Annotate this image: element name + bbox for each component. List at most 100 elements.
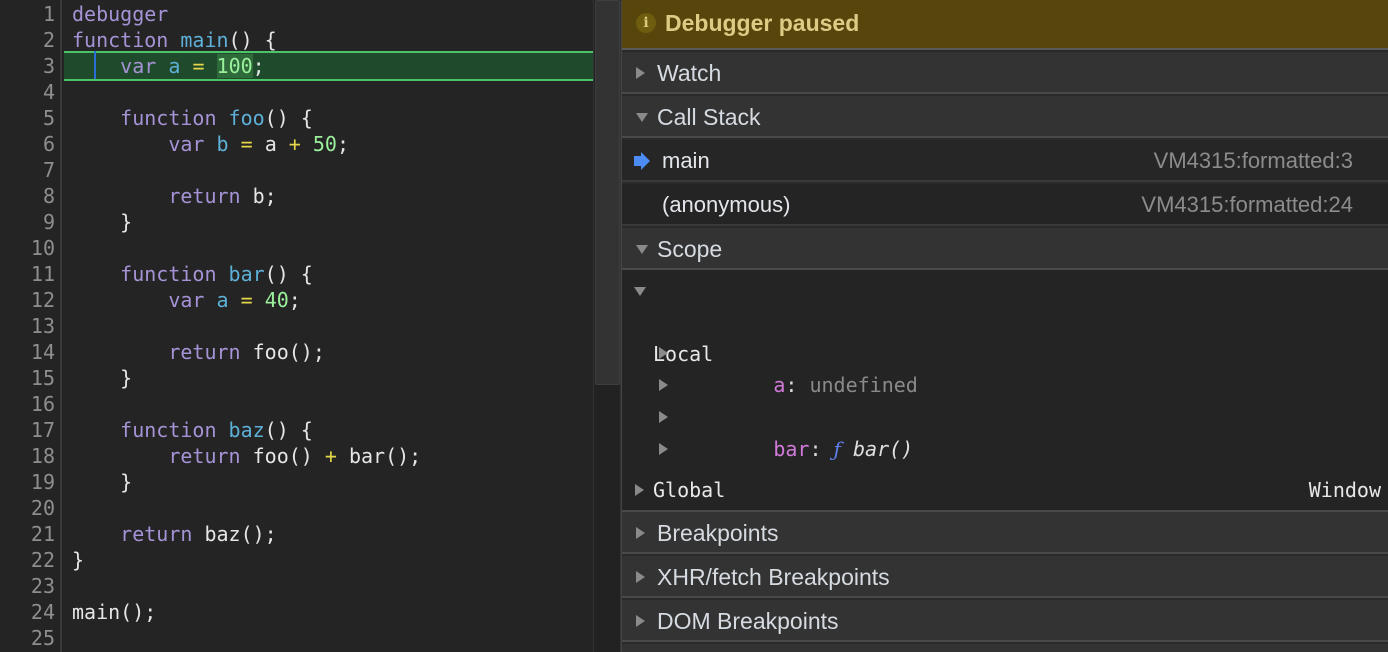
code-line[interactable]: 14 return foo();: [0, 339, 593, 365]
line-code: main();: [72, 599, 156, 625]
scope-local-header[interactable]: Local: [622, 274, 1388, 366]
code-token: +: [288, 132, 313, 156]
code-line[interactable]: 25: [0, 625, 593, 651]
code-line[interactable]: 19 }: [0, 469, 593, 495]
code-token: foo();: [252, 340, 325, 364]
info-icon: i: [636, 13, 656, 33]
code-token: function: [120, 106, 229, 130]
code-token: =: [192, 54, 217, 78]
code-line[interactable]: 22}: [0, 547, 593, 573]
line-number[interactable]: 13: [0, 313, 55, 339]
code-line[interactable]: 20: [0, 495, 593, 521]
line-number[interactable]: 12: [0, 287, 55, 313]
line-number[interactable]: 4: [0, 79, 55, 105]
code-token: 50: [312, 132, 337, 156]
code-token: 40: [264, 288, 289, 312]
code-token: return: [168, 184, 253, 208]
code-editor[interactable]: 1 debugger 2 function main() {3 var a = 100…: [0, 0, 593, 652]
line-number[interactable]: 19: [0, 469, 55, 495]
line-number[interactable]: 2: [0, 27, 55, 53]
code-line[interactable]: 15 }: [0, 365, 593, 391]
code-token: return: [120, 522, 205, 546]
scope-global-value: Window: [1308, 478, 1381, 502]
code-token: () {: [228, 28, 277, 52]
frame-location-link[interactable]: VM4315:formatted:3: [1154, 147, 1353, 175]
call-stack-section-header[interactable]: Call Stack: [622, 96, 1388, 138]
xhr-breakpoints-section-header[interactable]: XHR/fetch Breakpoints: [622, 556, 1388, 598]
dom-breakpoints-label: DOM Breakpoints: [657, 608, 839, 634]
line-number[interactable]: 5: [0, 105, 55, 131]
code-token: ;: [252, 54, 265, 78]
call-frame-main[interactable]: main VM4315:formatted:3: [622, 140, 1388, 182]
code-line[interactable]: 16: [0, 391, 593, 417]
line-number[interactable]: 6: [0, 131, 55, 157]
code-line[interactable]: 24 main();: [0, 599, 593, 625]
line-number[interactable]: 18: [0, 443, 55, 469]
line-number[interactable]: 11: [0, 261, 55, 287]
line-number[interactable]: 15: [0, 365, 55, 391]
line-number[interactable]: 17: [0, 417, 55, 443]
line-number[interactable]: 10: [0, 235, 55, 261]
code-token: foo(): [252, 444, 325, 468]
line-number[interactable]: 23: [0, 573, 55, 599]
scope-var-baz[interactable]: baz: ƒ baz(): [622, 369, 1388, 493]
frame-location-link[interactable]: VM4315:formatted:24: [1141, 191, 1353, 219]
line-number[interactable]: 22: [0, 547, 55, 573]
code-token: }: [72, 210, 133, 234]
line-code: return foo() + bar();: [72, 443, 421, 469]
code-line[interactable]: 21 return baz();: [0, 521, 593, 547]
line-number[interactable]: 24: [0, 599, 55, 625]
scope-var-foo[interactable]: foo: ƒ foo(): [622, 401, 1388, 525]
code-line[interactable]: 11 function bar() {: [0, 261, 593, 287]
line-number[interactable]: 21: [0, 521, 55, 547]
line-code: function bar() {: [72, 261, 313, 287]
line-number[interactable]: 25: [0, 625, 55, 651]
code-line[interactable]: 4: [0, 79, 593, 105]
code-line[interactable]: 18 return foo() + bar();: [0, 443, 593, 469]
code-line[interactable]: 5 function foo() {: [0, 105, 593, 131]
scope-var-bar[interactable]: bar: ƒ bar(): [622, 337, 1388, 461]
line-number[interactable]: 14: [0, 339, 55, 365]
scrollbar-thumb[interactable]: [595, 0, 620, 385]
code-line[interactable]: 10: [0, 235, 593, 261]
code-line[interactable]: 13: [0, 313, 593, 339]
scope-section-header[interactable]: Scope: [622, 228, 1388, 270]
code-line[interactable]: 23: [0, 573, 593, 599]
line-code: var a = 40;: [72, 287, 301, 313]
scope-label: Scope: [657, 236, 723, 262]
code-token: var: [120, 54, 169, 78]
breakpoints-section-header[interactable]: Breakpoints: [622, 512, 1388, 554]
line-code: }: [72, 469, 132, 495]
code-line[interactable]: 6 var b = a + 50;: [0, 131, 593, 157]
line-number[interactable]: 20: [0, 495, 55, 521]
line-number[interactable]: 16: [0, 391, 55, 417]
dom-breakpoints-section-header[interactable]: DOM Breakpoints: [622, 600, 1388, 642]
call-frame-anonymous[interactable]: (anonymous) VM4315:formatted:24: [622, 184, 1388, 226]
code-line[interactable]: 8 return b;: [0, 183, 593, 209]
scope-var-a[interactable]: a: undefined: [622, 305, 1388, 397]
breakpoints-label: Breakpoints: [657, 520, 779, 546]
code-line[interactable]: 17 function baz() {: [0, 417, 593, 443]
code-line[interactable]: 1 debugger: [0, 1, 593, 27]
code-line[interactable]: 2 function main() {: [0, 27, 593, 53]
line-number[interactable]: 7: [0, 157, 55, 183]
scope-global-row[interactable]: Global Window: [622, 468, 1388, 512]
watch-section-header[interactable]: Watch: [622, 52, 1388, 94]
editor-scrollbar[interactable]: [593, 0, 621, 652]
line-code: return b;: [72, 183, 276, 209]
line-number[interactable]: 3: [0, 53, 55, 79]
code-line[interactable]: 9 }: [0, 209, 593, 235]
line-number[interactable]: 1: [0, 1, 55, 27]
line-number[interactable]: 8: [0, 183, 55, 209]
code-line[interactable]: 7: [0, 157, 593, 183]
debugger-sidebar: i Debugger paused Watch Call Stack main …: [621, 0, 1388, 652]
line-number[interactable]: 9: [0, 209, 55, 235]
code-line[interactable]: 12 var a = 40;: [0, 287, 593, 313]
scope-var-this[interactable]: this: Window: [622, 433, 1388, 557]
frame-name: main: [662, 148, 710, 173]
line-code: }: [72, 547, 84, 573]
current-execution-line[interactable]: 3 var a = 100;: [0, 51, 593, 81]
